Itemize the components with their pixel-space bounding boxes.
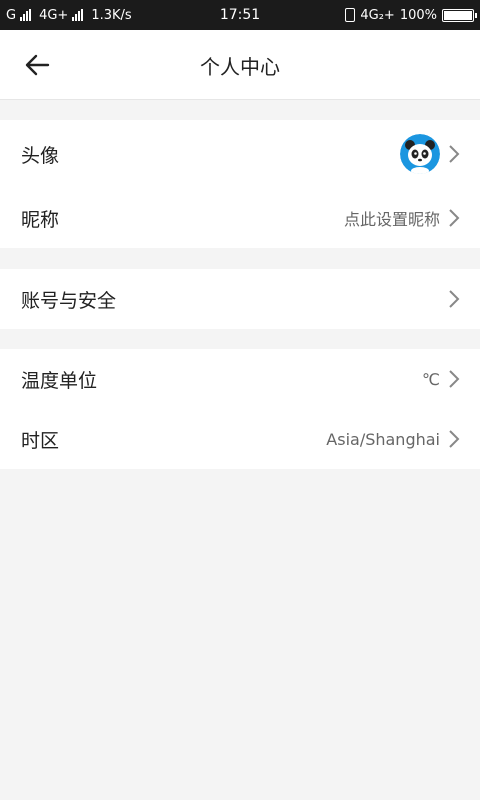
avatar <box>400 134 440 174</box>
page-title: 个人中心 <box>200 54 280 79</box>
network-type-2: 4G₂+ <box>360 7 395 23</box>
avatar-row[interactable]: 头像 <box>0 120 480 188</box>
battery-icon <box>442 8 477 22</box>
account-security-row[interactable]: 账号与安全 <box>0 269 480 329</box>
chevron-right-icon <box>449 370 460 388</box>
chevron-right-icon <box>449 209 460 227</box>
settings-section: 温度单位 ℃ 时区 Asia/Shanghai <box>0 349 480 469</box>
nickname-row[interactable]: 昵称 点此设置昵称 <box>0 188 480 248</box>
battery-percent: 100% <box>399 7 437 23</box>
temperature-unit-label: 温度单位 <box>21 369 98 392</box>
account-section: 账号与安全 <box>0 269 480 329</box>
header: 个人中心 <box>0 30 480 100</box>
chevron-right-icon <box>449 290 460 308</box>
temperature-unit-row[interactable]: 温度单位 ℃ <box>0 349 480 409</box>
temperature-unit-value: ℃ <box>422 369 440 389</box>
timezone-value: Asia/Shanghai <box>326 429 440 449</box>
vibrate-icon <box>345 8 356 22</box>
clock: 17:51 <box>219 7 261 23</box>
account-security-label: 账号与安全 <box>21 289 117 312</box>
chevron-right-icon <box>449 430 460 448</box>
nickname-value: 点此设置昵称 <box>343 210 440 229</box>
status-bar: G 4G+ 1.3K/s 17:51 4G₂+ 100% <box>0 0 480 30</box>
chevron-right-icon <box>449 145 460 163</box>
panda-avatar-icon <box>400 134 440 174</box>
timezone-label: 时区 <box>21 429 60 452</box>
profile-section: 头像 昵称 点此设置昵称 <box>0 120 480 248</box>
avatar-label: 头像 <box>21 144 60 167</box>
nickname-label: 昵称 <box>21 208 60 231</box>
timezone-row[interactable]: 时区 Asia/Shanghai <box>0 409 480 469</box>
